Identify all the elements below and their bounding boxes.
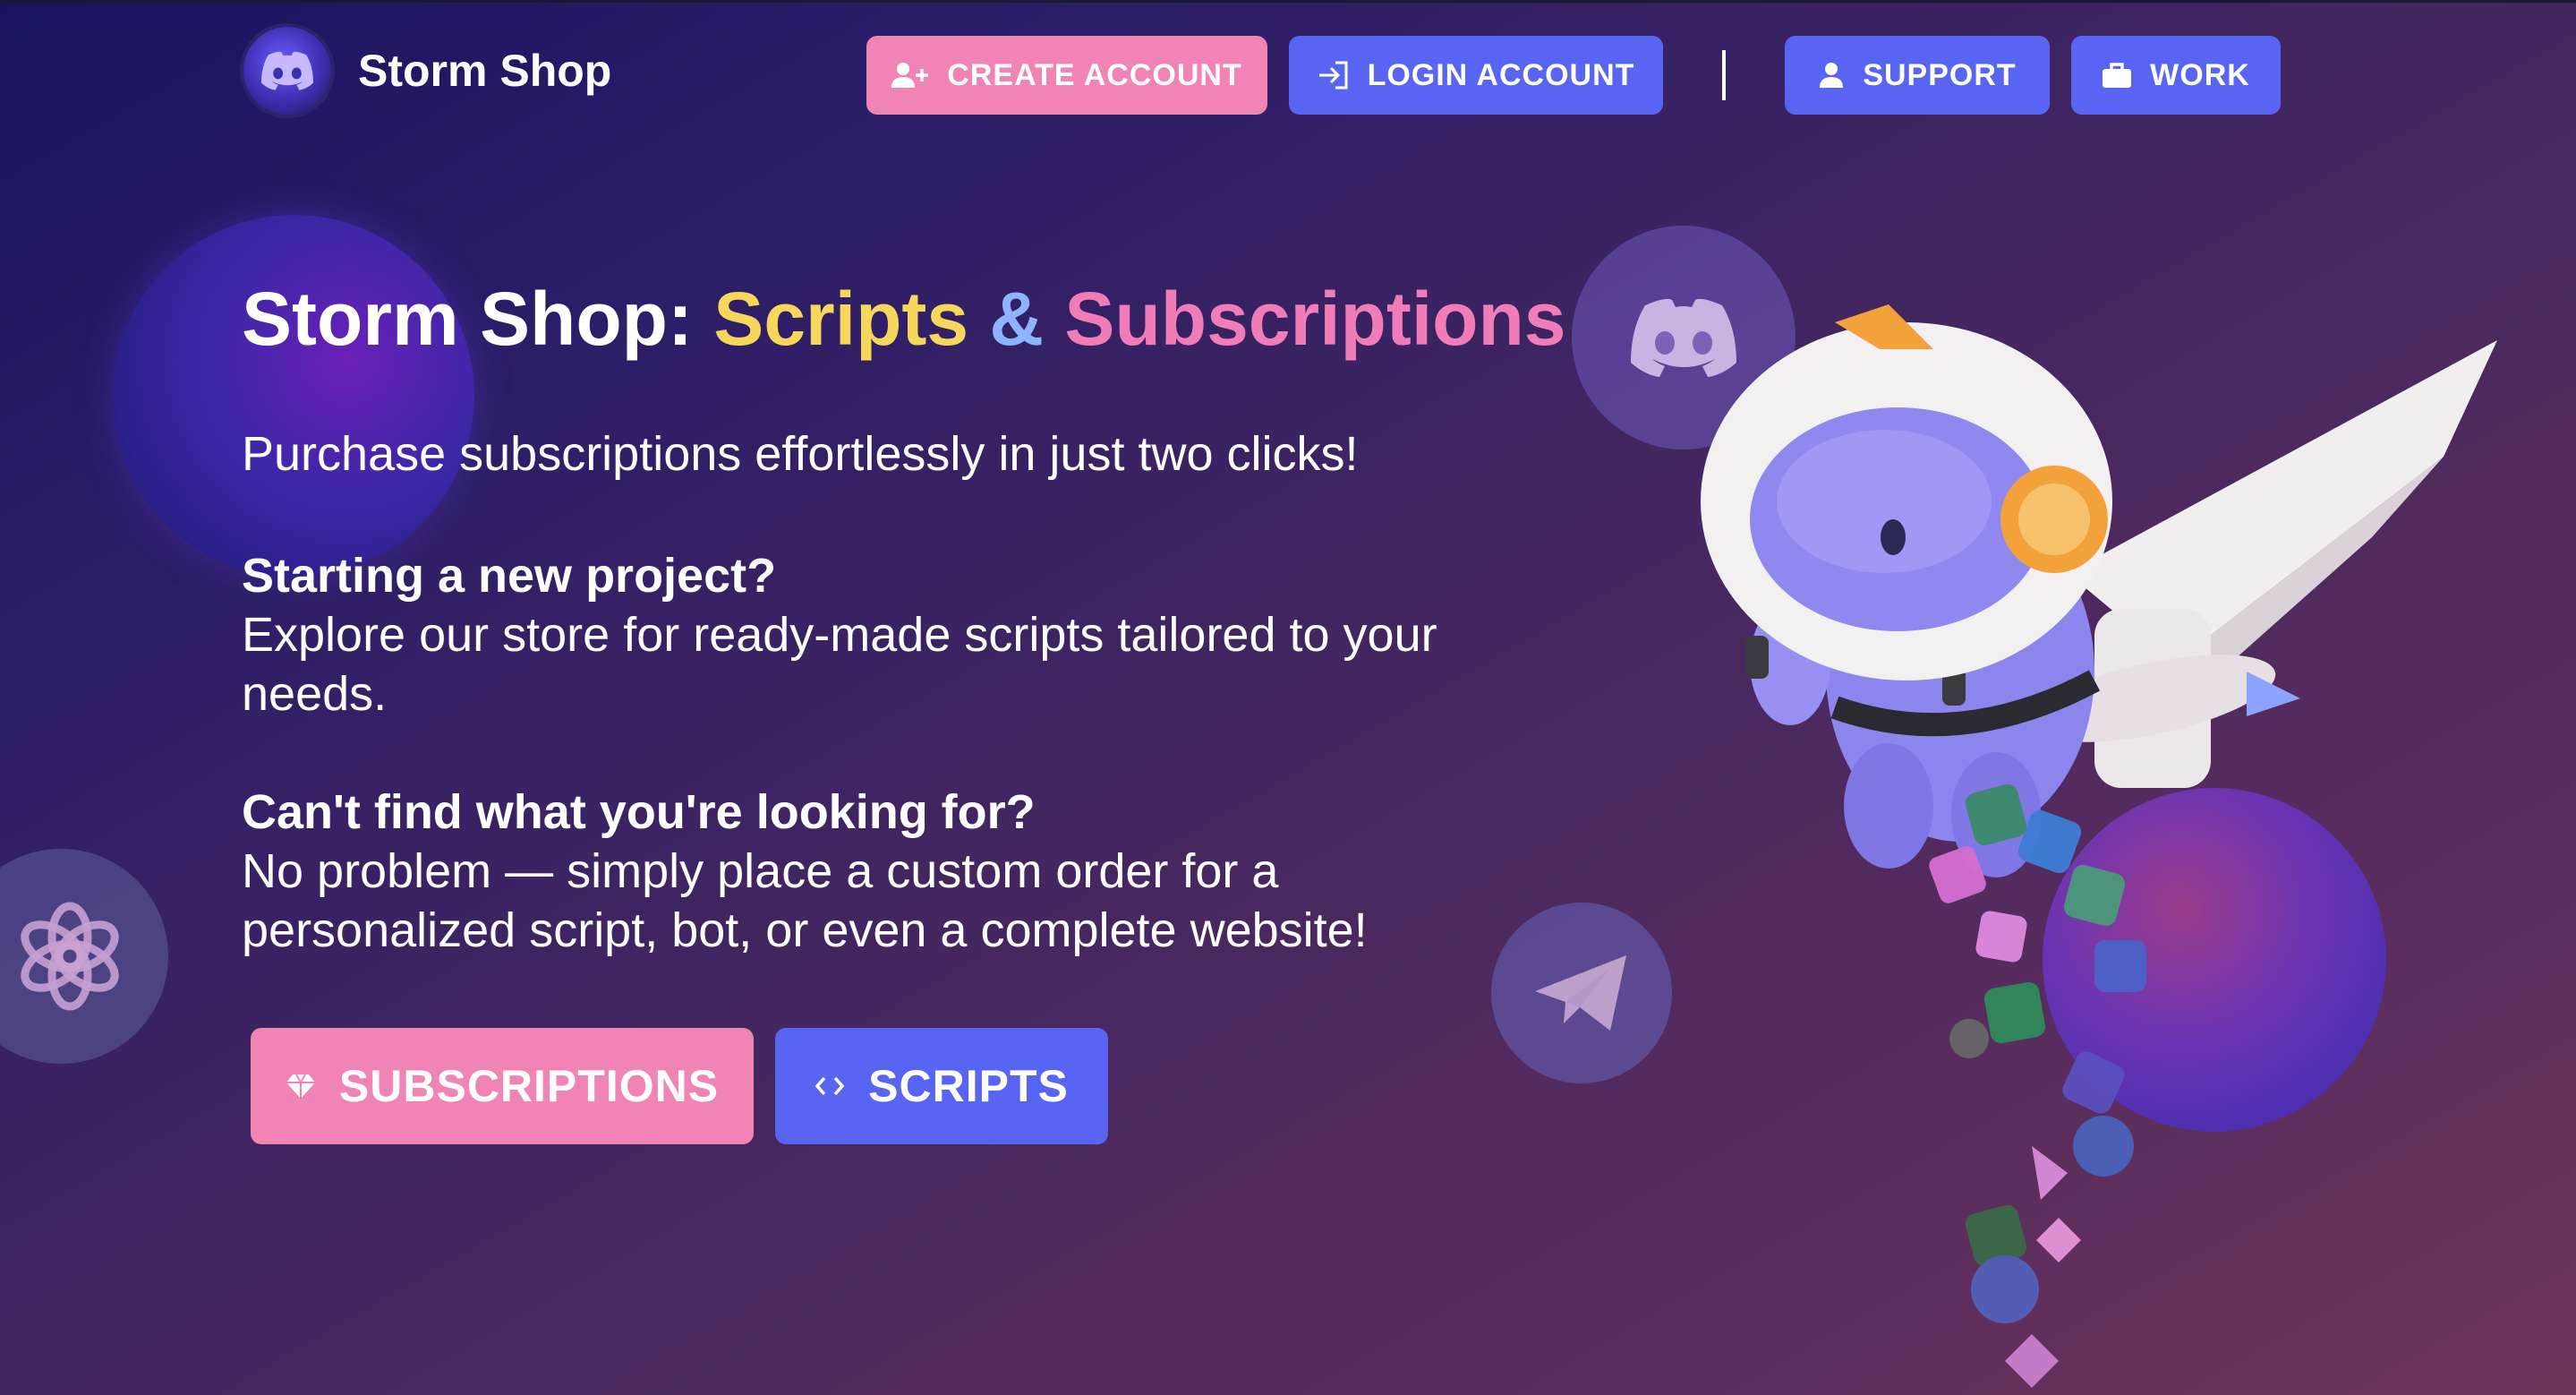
user-icon (1820, 63, 1844, 88)
support-label: SUPPORT (1863, 57, 2017, 92)
brand-name: Storm Shop (358, 46, 612, 96)
top-border (0, 0, 2576, 3)
briefcase-icon (2103, 63, 2132, 88)
nav-divider (1722, 50, 1726, 100)
hero-lead-text: Purchase subscriptions effortlessly in j… (242, 427, 1359, 481)
brand-home-link[interactable]: Storm Shop (243, 27, 611, 115)
new-project-text: Explore our store for ready-made scripts… (242, 608, 1437, 721)
work-button[interactable]: WORK (2071, 36, 2281, 115)
code-icon (815, 1076, 845, 1096)
openai-icon (21, 902, 119, 1011)
telegram-icon (1535, 955, 1626, 1031)
create-account-button[interactable]: CREATE ACCOUNT (866, 36, 1267, 115)
work-label: WORK (2150, 57, 2250, 92)
login-icon (1318, 61, 1348, 90)
subscriptions-button[interactable]: SUBSCRIPTIONS (251, 1028, 754, 1144)
scripts-label: SCRIPTS (868, 1061, 1069, 1111)
decorative-orb-left (113, 215, 474, 577)
subscriptions-label: SUBSCRIPTIONS (338, 1061, 720, 1111)
scripts-button[interactable]: SCRIPTS (775, 1028, 1108, 1144)
gem-icon (286, 1074, 315, 1099)
custom-order-heading: Can't find what you're looking for? (242, 785, 1036, 839)
hero-title-subscriptions: Subscriptions (1064, 277, 1566, 361)
login-account-label: LOGIN ACCOUNT (1367, 57, 1635, 92)
hero-title-scripts: Scripts (713, 277, 969, 361)
astronaut-mascot-illustration (1701, 304, 2497, 1388)
openai-badge (0, 849, 168, 1064)
discord-logo-icon (243, 27, 331, 115)
hero-title-ampersand: & (968, 277, 1065, 361)
mascot-sparkle-trail (1929, 783, 2146, 1388)
hero-title-prefix: Storm Shop: (242, 277, 714, 361)
login-account-button[interactable]: LOGIN ACCOUNT (1289, 36, 1663, 115)
add-user-icon (891, 63, 929, 88)
create-account-label: CREATE ACCOUNT (947, 57, 1242, 92)
support-button[interactable]: SUPPORT (1785, 36, 2050, 115)
custom-order-text: No problem — simply place a custom order… (242, 844, 1368, 957)
hero-title: Storm Shop: Scripts & Subscriptions (242, 278, 1566, 360)
new-project-heading: Starting a new project? (242, 549, 777, 603)
